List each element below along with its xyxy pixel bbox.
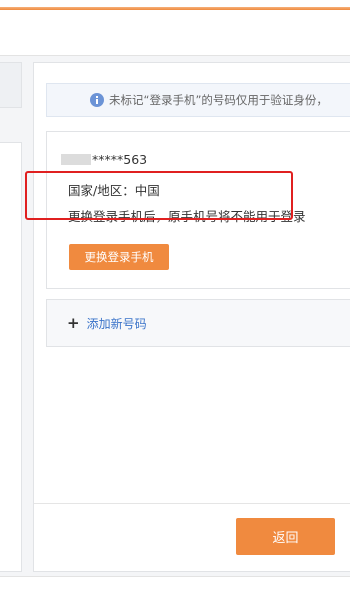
bottom-bar [0, 576, 350, 592]
top-accent-bar [0, 0, 350, 10]
add-new-number-link[interactable]: + 添加新号码 [46, 299, 350, 347]
notice-text: 未标记“登录手机”的号码仅用于验证身份， [109, 93, 328, 107]
left-panel-body [0, 142, 22, 572]
left-panel-header [0, 62, 22, 108]
header-bar [0, 10, 350, 56]
footer-divider [34, 503, 350, 504]
highlight-annotation [25, 171, 293, 220]
phone-number-suffix: *****563 [92, 152, 148, 167]
phone-number: *****563 [61, 152, 147, 167]
add-new-number-label: 添加新号码 [86, 316, 147, 331]
plus-icon: + [67, 313, 80, 332]
phone-management-panel: 未标记“登录手机”的号码仅用于验证身份， *****563 国家/地区：中国 更… [33, 62, 350, 572]
notice-banner: 未标记“登录手机”的号码仅用于验证身份， [46, 83, 350, 117]
phone-mask [61, 154, 91, 165]
left-panel [0, 62, 22, 572]
info-icon [90, 93, 104, 107]
change-login-phone-button[interactable]: 更换登录手机 [69, 244, 169, 270]
back-button[interactable]: 返回 [236, 518, 335, 555]
